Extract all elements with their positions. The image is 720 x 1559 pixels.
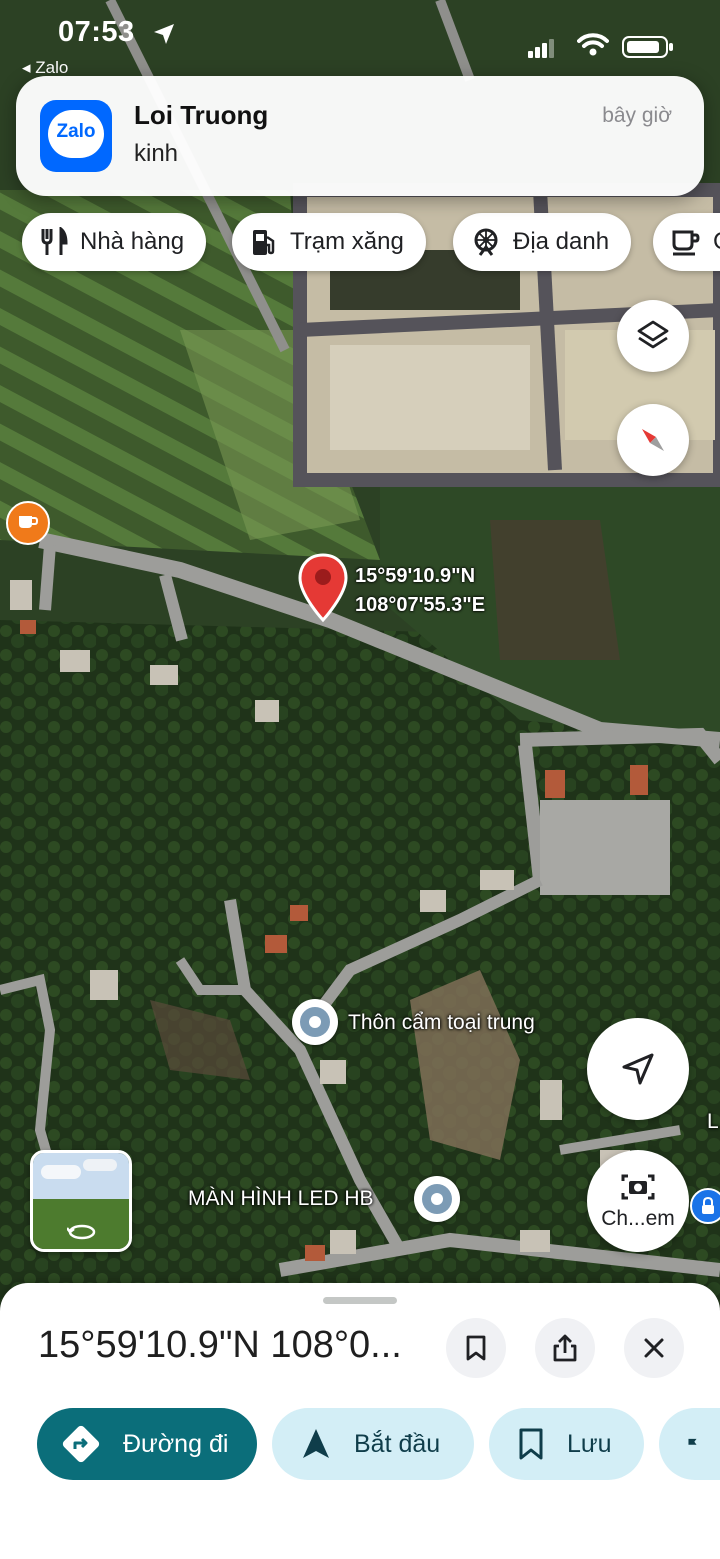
category-chip-row: Nhà hàng Trạm xăng Địa danh C (22, 213, 720, 271)
status-time: 07:53 (58, 16, 135, 48)
place-bottom-sheet: 15°59'10.9"N 108°0... Đường đi Bắt đầu L… (0, 1283, 720, 1559)
location-arrow-icon (154, 24, 174, 44)
flag-icon (688, 1438, 697, 1450)
bookmark-outline-icon (466, 1335, 486, 1361)
coffee-cup-icon (19, 516, 39, 528)
close-button[interactable] (624, 1318, 684, 1378)
directions-label: Đường đi (123, 1429, 229, 1458)
chip-restaurants[interactable]: Nhà hàng (22, 213, 207, 271)
camera-search-button[interactable]: Ch...em (587, 1150, 689, 1252)
battery-icon (622, 36, 673, 58)
pin-longitude: 108°07'55.3"E (355, 594, 486, 616)
my-location-button[interactable] (587, 1018, 689, 1120)
coffee-icon (672, 230, 700, 256)
place-marker-man-hinh-led[interactable] (414, 1176, 460, 1222)
layers-button[interactable] (617, 300, 689, 372)
zalo-notification-banner[interactable]: Zalo Loi Truong kinh bây giờ (16, 76, 704, 196)
landmark-icon (474, 228, 498, 256)
edge-map-label: L (707, 1110, 719, 1133)
zalo-logo-text: Zalo (56, 121, 96, 142)
chip-label: Trạm xăng (290, 228, 404, 255)
save-button[interactable]: Lưu (489, 1408, 644, 1480)
bookmark-icon (519, 1428, 543, 1460)
zalo-app-icon: Zalo (40, 100, 112, 172)
back-to-app-link[interactable]: ◂ Zalo (22, 58, 68, 78)
chip-landmarks[interactable]: Địa danh (453, 213, 632, 271)
place-title: 15°59'10.9"N 108°0... (38, 1324, 402, 1366)
chip-cafes[interactable]: C (653, 213, 720, 271)
poi-label-thon-cam-toai-trung[interactable]: Thôn cẩm toại trung (348, 1011, 535, 1035)
chip-label: C (713, 228, 720, 256)
layers-icon (637, 320, 669, 349)
start-label: Bắt đầu (354, 1429, 441, 1458)
chip-label: Địa danh (513, 228, 610, 255)
navigation-arrow-icon (303, 1429, 329, 1458)
wifi-icon (577, 33, 609, 56)
lock-icon (702, 1197, 714, 1214)
status-bar: 07:53 ◂ Zalo (0, 0, 720, 77)
notification-message: kinh (134, 140, 179, 167)
share-button[interactable] (535, 1318, 595, 1378)
lock-badge[interactable] (690, 1188, 720, 1224)
chip-gas-stations[interactable]: Trạm xăng (232, 213, 426, 271)
close-icon (644, 1338, 664, 1358)
cellular-signal-icon (528, 39, 554, 58)
camera-icon (621, 1174, 655, 1200)
pin-latitude: 15°59'10.9"N (355, 565, 476, 587)
share-icon (553, 1334, 577, 1362)
save-label: Lưu (567, 1429, 612, 1458)
poi-label-man-hinh-led[interactable]: MÀN HÌNH LED HB (188, 1187, 374, 1211)
street-view-thumbnail[interactable] (30, 1150, 132, 1252)
place-dot-icon (422, 1184, 452, 1214)
start-button[interactable]: Bắt đầu (272, 1408, 474, 1480)
compass-button[interactable] (617, 404, 689, 476)
gas-station-icon (253, 230, 275, 255)
save-icon-button[interactable] (446, 1318, 506, 1378)
pin-coordinates-label: 15°59'10.9"N 108°07'55.3"E (355, 562, 485, 620)
notification-time: bây giờ (602, 104, 672, 127)
fork-knife-icon (41, 227, 68, 255)
place-dot-icon (300, 1007, 330, 1037)
directions-icon (62, 1425, 100, 1463)
rotate-360-icon (67, 1224, 96, 1240)
compass-icon (642, 429, 664, 451)
label-button-partial[interactable] (659, 1408, 720, 1480)
camera-button-label: Ch...em (601, 1207, 675, 1230)
place-marker-thon-cam-toai-trung[interactable] (292, 999, 338, 1045)
chip-label: Nhà hàng (80, 228, 185, 255)
dropped-pin-marker[interactable] (298, 553, 348, 623)
directions-button[interactable]: Đường đi (37, 1408, 257, 1480)
notification-sender: Loi Truong (134, 100, 269, 130)
navigation-arrow-icon (622, 1053, 654, 1085)
sheet-drag-handle[interactable] (323, 1297, 397, 1304)
cafe-marker[interactable] (6, 501, 50, 545)
